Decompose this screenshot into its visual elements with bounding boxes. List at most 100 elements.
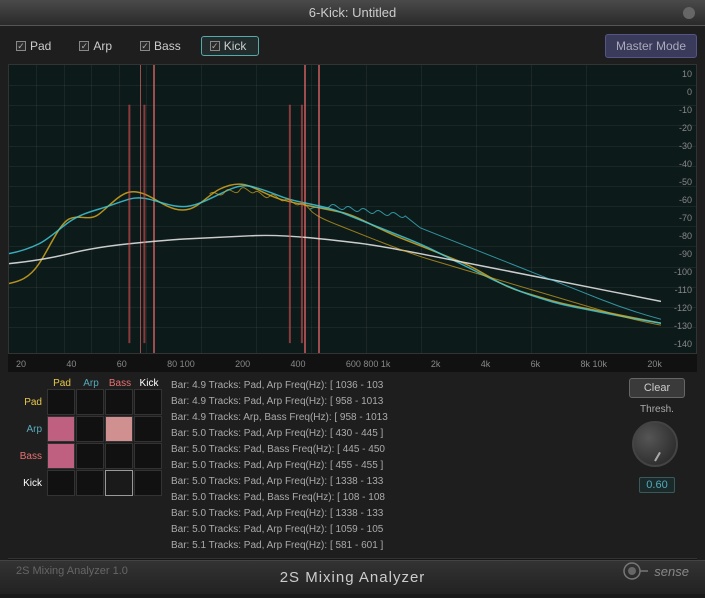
log-entry-4: Bar: 5.0 Tracks: Pad, Bass Freq(Hz): [ 4… xyxy=(171,442,609,458)
matrix-cell-pad-kick[interactable] xyxy=(134,389,162,415)
log-entry-9: Bar: 5.0 Tracks: Pad, Arp Freq(Hz): [ 10… xyxy=(171,522,609,538)
matrix-cell-arp-arp[interactable] xyxy=(76,416,104,442)
arp-label: Arp xyxy=(93,39,112,53)
matrix-cell-bass-bass[interactable] xyxy=(105,443,133,469)
tab-bass[interactable]: Bass xyxy=(132,37,193,55)
bottom-section: Pad Arp Bass Kick Pad Arp xyxy=(8,378,697,554)
x-label-40: 40 xyxy=(66,359,76,369)
logo-area: sense xyxy=(622,561,689,581)
matrix-cell-pad-arp[interactable] xyxy=(76,389,104,415)
matrix-cell-bass-kick[interactable] xyxy=(134,443,162,469)
matrix-col-headers: Pad Arp Bass Kick xyxy=(48,378,163,389)
log-section: Bar: 4.9 Tracks: Pad, Arp Freq(Hz): [ 10… xyxy=(171,378,609,554)
y-label-m40: -40 xyxy=(661,159,692,169)
tab-arp[interactable]: Arp xyxy=(71,37,124,55)
knob-indicator xyxy=(654,452,661,462)
bass-label: Bass xyxy=(154,39,181,53)
y-label-m20: -20 xyxy=(661,123,692,133)
matrix-section: Pad Arp Bass Kick Pad Arp xyxy=(8,378,163,554)
matrix-row-arp: Arp xyxy=(8,416,163,442)
y-label-m140: -140 xyxy=(661,339,692,349)
matrix-cell-bass-arp[interactable] xyxy=(76,443,104,469)
log-entry-8: Bar: 5.0 Tracks: Pad, Arp Freq(Hz): [ 13… xyxy=(171,506,609,522)
log-entry-0: Bar: 4.9 Tracks: Pad, Arp Freq(Hz): [ 10… xyxy=(171,378,609,394)
matrix-cell-kick-pad[interactable] xyxy=(47,470,75,496)
y-label-m110: -110 xyxy=(661,285,692,295)
x-label-200: 200 xyxy=(235,359,250,369)
y-axis: 10 0 -10 -20 -30 -40 -50 -60 -70 -80 -90… xyxy=(661,65,696,353)
matrix-cell-kick-arp[interactable] xyxy=(76,470,104,496)
matrix-cell-kick-kick[interactable] xyxy=(134,470,162,496)
tab-pad[interactable]: Pad xyxy=(8,37,63,55)
y-label-m70: -70 xyxy=(661,213,692,223)
y-label-10: 10 xyxy=(661,69,692,79)
x-label-80: 80 100 xyxy=(167,359,195,369)
tab-kick[interactable]: Kick xyxy=(201,36,260,56)
matrix-cell-arp-kick[interactable] xyxy=(134,416,162,442)
x-label-20k: 20k xyxy=(647,359,662,369)
log-entry-6: Bar: 5.0 Tracks: Pad, Arp Freq(Hz): [ 13… xyxy=(171,474,609,490)
pad-label: Pad xyxy=(30,39,51,53)
matrix-row-label-kick: Kick xyxy=(8,478,46,489)
matrix-col-pad: Pad xyxy=(48,378,76,389)
log-entry-7: Bar: 5.0 Tracks: Pad, Bass Freq(Hz): [ 1… xyxy=(171,490,609,506)
log-entry-10: Bar: 5.1 Tracks: Pad, Arp Freq(Hz): [ 58… xyxy=(171,538,609,554)
thresh-label: Thresh. xyxy=(640,404,674,415)
matrix-cell-kick-bass[interactable] xyxy=(105,470,133,496)
matrix-cell-pad-bass[interactable] xyxy=(105,389,133,415)
pad-checkbox[interactable] xyxy=(16,41,26,51)
logo-icon xyxy=(622,561,650,581)
matrix-row-bass: Bass xyxy=(8,443,163,469)
x-label-600: 600 800 1k xyxy=(346,359,391,369)
thresh-knob[interactable] xyxy=(632,421,678,467)
matrix-cell-bass-pad[interactable] xyxy=(47,443,75,469)
y-label-m60: -60 xyxy=(661,195,692,205)
x-label-20: 20 xyxy=(16,359,26,369)
matrix-row-pad: Pad xyxy=(8,389,163,415)
y-label-m90: -90 xyxy=(661,249,692,259)
kick-checkbox[interactable] xyxy=(210,41,220,51)
top-bar: Pad Arp Bass Kick Master Mode xyxy=(8,34,697,58)
matrix-col-arp: Arp xyxy=(77,378,105,389)
kick-label: Kick xyxy=(224,39,247,53)
window-footer-title: 2S Mixing Analyzer xyxy=(280,569,426,586)
y-label-m30: -30 xyxy=(661,141,692,151)
y-label-m50: -50 xyxy=(661,177,692,187)
x-axis: 20 40 60 80 100 200 400 600 800 1k 2k 4k… xyxy=(8,354,697,372)
bass-checkbox[interactable] xyxy=(140,41,150,51)
clear-button[interactable]: Clear xyxy=(629,378,685,398)
matrix-col-kick: Kick xyxy=(135,378,163,389)
master-mode-button[interactable]: Master Mode xyxy=(605,34,697,58)
arp-checkbox[interactable] xyxy=(79,41,89,51)
log-entry-2: Bar: 4.9 Tracks: Arp, Bass Freq(Hz): [ 9… xyxy=(171,410,609,426)
matrix-row-label-bass: Bass xyxy=(8,451,46,462)
log-entry-1: Bar: 4.9 Tracks: Pad, Arp Freq(Hz): [ 95… xyxy=(171,394,609,410)
x-label-8k: 8k 10k xyxy=(580,359,607,369)
matrix-cell-pad-pad[interactable] xyxy=(47,389,75,415)
y-label-m130: -130 xyxy=(661,321,692,331)
y-label-m80: -80 xyxy=(661,231,692,241)
analyzer-area: 10 0 -10 -20 -30 -40 -50 -60 -70 -80 -90… xyxy=(8,64,697,354)
thresh-knob-container xyxy=(632,421,682,471)
matrix-col-bass: Bass xyxy=(106,378,134,389)
x-label-60: 60 xyxy=(117,359,127,369)
log-entry-5: Bar: 5.0 Tracks: Pad, Arp Freq(Hz): [ 45… xyxy=(171,458,609,474)
y-label-0: 0 xyxy=(661,87,692,97)
x-label-6k: 6k xyxy=(531,359,541,369)
matrix-cell-arp-bass[interactable] xyxy=(105,416,133,442)
y-label-m120: -120 xyxy=(661,303,692,313)
matrix-cell-arp-pad[interactable] xyxy=(47,416,75,442)
matrix-row-label-pad: Pad xyxy=(8,397,46,408)
logo-text: sense xyxy=(654,564,689,579)
window-title: 6-Kick: Untitled xyxy=(309,5,396,20)
matrix-row-kick: Kick xyxy=(8,470,163,496)
title-bar: 6-Kick: Untitled xyxy=(0,0,705,26)
x-label-400: 400 xyxy=(290,359,305,369)
footer-version: 2S Mixing Analyzer 1.0 xyxy=(16,565,128,577)
x-label-2k: 2k xyxy=(431,359,441,369)
close-button[interactable] xyxy=(683,7,695,19)
log-entry-3: Bar: 5.0 Tracks: Pad, Arp Freq(Hz): [ 43… xyxy=(171,426,609,442)
y-label-m100: -100 xyxy=(661,267,692,277)
matrix-row-label-arp: Arp xyxy=(8,424,46,435)
thresh-value: 0.60 xyxy=(639,477,674,493)
